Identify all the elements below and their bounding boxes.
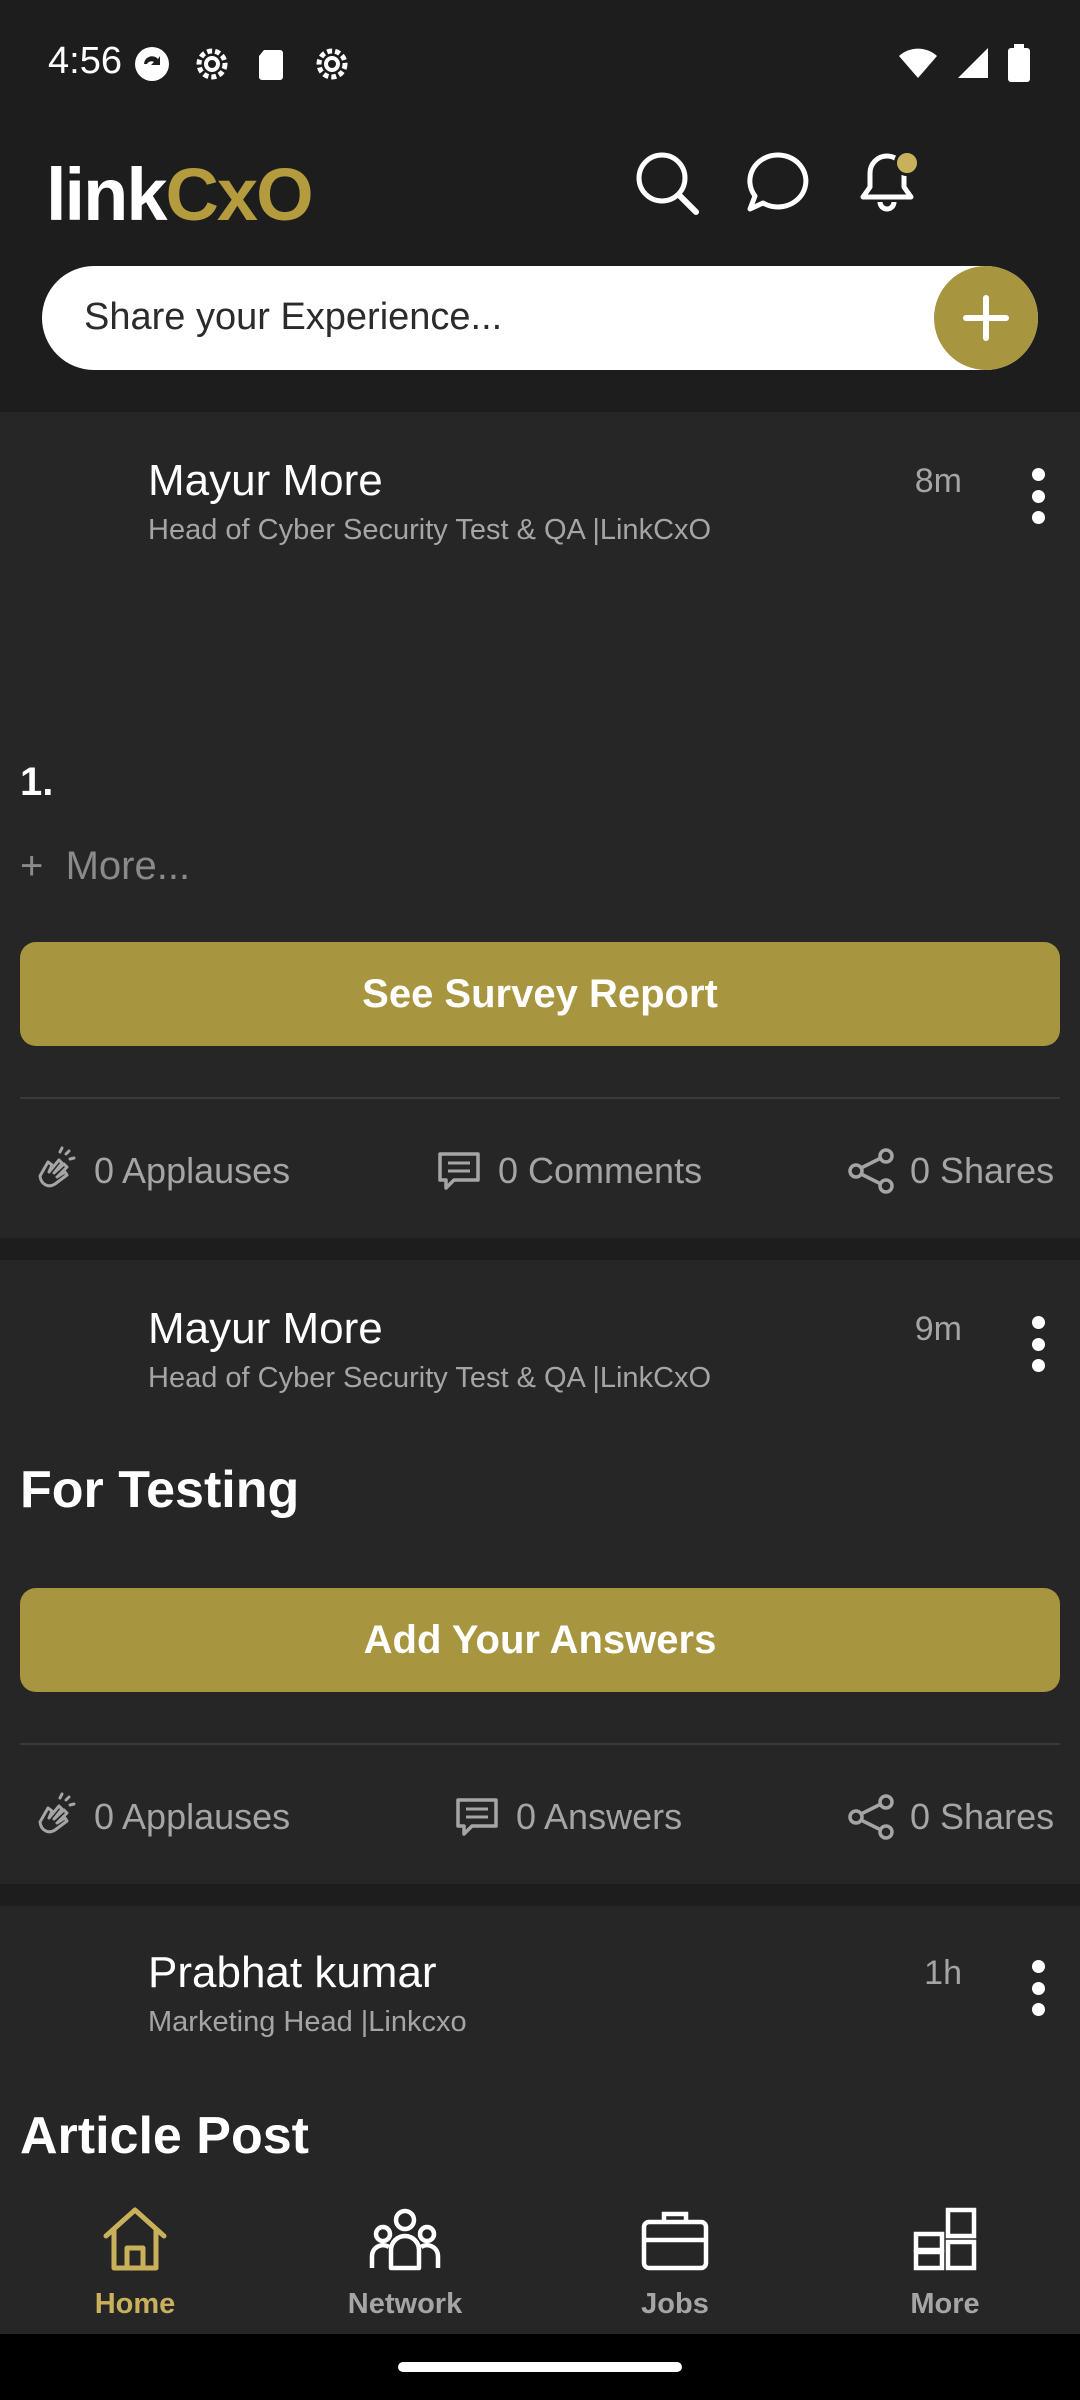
kebab-dot (1031, 489, 1045, 503)
chat-bubble-icon (747, 152, 809, 212)
post-options-button[interactable] (1030, 1960, 1046, 2016)
app-header: link CxO Share your Experience... (0, 130, 1080, 410)
signal-icon (958, 48, 988, 78)
home-icon (103, 2207, 167, 2271)
status-time: 4:56 (48, 40, 122, 82)
people-icon (369, 2208, 441, 2271)
feed-post: Mayur More Head of Cyber Security Test &… (0, 412, 1080, 1238)
battery-icon (1008, 44, 1030, 82)
search-icon (636, 152, 699, 215)
notifications-button[interactable] (854, 150, 920, 216)
post-author-role: Head of Cyber Security Test & QA |LinkCx… (148, 514, 712, 546)
survey-option-number: 1. (20, 760, 54, 804)
applause-count: 0 Applauses (94, 1150, 291, 1191)
post-author-role: Marketing Head |Linkcxo (148, 2006, 467, 2038)
post-options-button[interactable] (1030, 468, 1046, 524)
search-button[interactable] (634, 150, 700, 216)
nav-more-label: More (910, 2288, 980, 2320)
answers-button[interactable]: 0 Answers (452, 1792, 682, 1842)
bottom-navigation: Home Network Jobs More (0, 2184, 1080, 2334)
share-experience-input[interactable]: Share your Experience... (42, 266, 1038, 370)
comment-icon (438, 1152, 480, 1190)
share-button[interactable]: 0 Shares (846, 1146, 1054, 1196)
kebab-dot (1031, 468, 1045, 481)
share-button[interactable]: 0 Shares (846, 1792, 1054, 1842)
clap-icon (38, 1146, 76, 1188)
nav-more[interactable]: More (810, 2184, 1080, 2334)
show-more-link[interactable]: + More... (20, 844, 190, 889)
share-placeholder: Share your Experience... (84, 296, 503, 338)
post-author-role: Head of Cyber Security Test & QA |LinkCx… (148, 1362, 712, 1394)
nav-jobs-label: Jobs (641, 2288, 709, 2320)
sync-icon (135, 47, 169, 81)
kebab-dot (1031, 1960, 1045, 1973)
applause-button[interactable]: 0 Applauses (30, 1146, 290, 1196)
post-timestamp: 8m (914, 462, 962, 500)
post-options-button[interactable] (1030, 1316, 1046, 1372)
share-count: 0 Shares (910, 1796, 1055, 1837)
post-timestamp: 9m (914, 1310, 962, 1348)
post-divider (20, 1743, 1060, 1745)
comment-icon (456, 1798, 498, 1836)
share-icon (848, 1794, 894, 1840)
share-count: 0 Shares (910, 1150, 1055, 1191)
kebab-dot (1031, 1359, 1045, 1372)
nav-network-label: Network (347, 2288, 463, 2320)
header-actions (634, 150, 920, 216)
nav-jobs[interactable]: Jobs (540, 2184, 810, 2334)
add-post-button[interactable] (934, 266, 1038, 370)
briefcase-icon (641, 2211, 709, 2271)
kebab-dot (1031, 511, 1045, 524)
post-author-name[interactable]: Mayur More (148, 456, 383, 506)
sd-card-icon (259, 50, 283, 80)
gesture-bar (0, 2334, 1080, 2400)
status-bar: 4:56 (0, 0, 1080, 130)
linkcxo-logo: link CxO (46, 152, 314, 236)
comment-count: 0 Comments (498, 1150, 703, 1191)
settings-icon (316, 48, 348, 80)
share-icon (848, 1148, 894, 1194)
grid-icon (913, 2207, 977, 2271)
settings-icon (196, 48, 228, 80)
status-system-icons (898, 44, 1030, 82)
wifi-icon (899, 48, 937, 78)
nav-home-label: Home (94, 2288, 176, 2320)
post-title: For Testing (20, 1461, 300, 1519)
kebab-dot (1031, 2003, 1045, 2016)
logo-text-link: link (46, 152, 167, 236)
feed-post: Prabhat kumar Marketing Head |Linkcxo 1h… (0, 1906, 1080, 2184)
applause-button[interactable]: 0 Applauses (30, 1792, 290, 1842)
comments-button[interactable]: 0 Comments (434, 1146, 702, 1196)
notification-dot (894, 150, 920, 176)
add-your-answers-button[interactable]: Add Your Answers (20, 1588, 1060, 1692)
nav-network[interactable]: Network (270, 2184, 540, 2334)
post-author-name[interactable]: Prabhat kumar (148, 1948, 437, 1998)
kebab-dot (1031, 1981, 1045, 1995)
answer-count: 0 Answers (516, 1796, 683, 1837)
post-timestamp: 1h (924, 1954, 962, 1992)
feed-post: Mayur More Head of Cyber Security Test &… (0, 1260, 1080, 1884)
clap-icon (38, 1792, 76, 1834)
see-survey-report-button[interactable]: See Survey Report (20, 942, 1060, 1046)
home-gesture-handle[interactable] (398, 2362, 682, 2372)
status-notification-icons (132, 44, 352, 84)
kebab-dot (1031, 1337, 1045, 1351)
kebab-dot (1031, 1316, 1045, 1329)
nav-home[interactable]: Home (0, 2184, 270, 2334)
applause-count: 0 Applauses (94, 1796, 291, 1837)
logo-text-cxo: CxO (165, 152, 313, 236)
post-author-name[interactable]: Mayur More (148, 1304, 383, 1354)
post-title: Article Post (20, 2107, 309, 2165)
plus-icon (963, 295, 1009, 341)
messages-button[interactable] (744, 150, 810, 216)
post-divider (20, 1097, 1060, 1099)
